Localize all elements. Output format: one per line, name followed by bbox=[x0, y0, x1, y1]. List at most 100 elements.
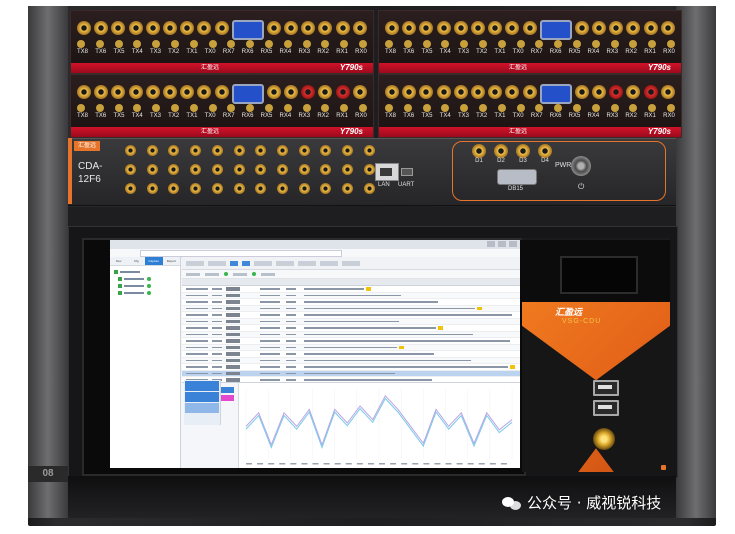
sma-connector[interactable] bbox=[180, 21, 195, 35]
sma-connector[interactable] bbox=[233, 183, 245, 194]
vga-port[interactable] bbox=[231, 20, 264, 40]
sma-connector[interactable] bbox=[453, 21, 468, 35]
power-connector[interactable] bbox=[571, 156, 591, 176]
sma-connector[interactable] bbox=[626, 21, 641, 35]
sma-connector[interactable] bbox=[522, 85, 537, 99]
subbar-button[interactable] bbox=[186, 272, 200, 276]
sma-connector[interactable] bbox=[335, 85, 350, 99]
sma-connector[interactable] bbox=[298, 183, 310, 194]
sma-connector[interactable] bbox=[146, 164, 158, 175]
sma-connector[interactable] bbox=[643, 85, 658, 99]
sma-connector[interactable] bbox=[94, 85, 109, 99]
tab-capture[interactable]: Capture bbox=[145, 257, 163, 265]
sma-connector[interactable] bbox=[255, 183, 267, 194]
sma-connector[interactable] bbox=[111, 85, 126, 99]
subbar-button[interactable] bbox=[233, 272, 247, 276]
sma-connector[interactable] bbox=[125, 145, 136, 156]
tree-item[interactable] bbox=[114, 269, 176, 275]
sma-connector[interactable] bbox=[277, 145, 289, 156]
sma-connector[interactable] bbox=[111, 21, 126, 35]
sma-connector[interactable] bbox=[190, 145, 202, 156]
view-nav-item[interactable] bbox=[185, 403, 219, 413]
sma-connector[interactable] bbox=[298, 164, 310, 175]
sma-connector[interactable] bbox=[385, 21, 399, 35]
sma-connector[interactable] bbox=[470, 21, 485, 35]
sma-connector[interactable] bbox=[352, 21, 367, 35]
sma-connector[interactable] bbox=[255, 145, 267, 156]
sma-connector[interactable] bbox=[162, 21, 177, 35]
sma-connector[interactable] bbox=[162, 85, 177, 99]
sma-connector[interactable] bbox=[342, 183, 354, 194]
sma-connector[interactable] bbox=[592, 21, 607, 35]
subbar-button[interactable] bbox=[205, 272, 219, 276]
tree-item[interactable] bbox=[114, 276, 176, 282]
sma-connector[interactable] bbox=[436, 21, 451, 35]
maximize-icon[interactable] bbox=[498, 241, 506, 247]
sma-connector[interactable] bbox=[419, 85, 434, 99]
sma-connector[interactable] bbox=[214, 21, 229, 35]
sma-connector[interactable] bbox=[385, 85, 399, 99]
sma-connector[interactable] bbox=[335, 21, 350, 35]
vga-port[interactable] bbox=[539, 20, 572, 40]
sma-connector[interactable] bbox=[538, 144, 552, 158]
address-field[interactable] bbox=[140, 250, 342, 257]
sma-connector[interactable] bbox=[284, 21, 299, 35]
sma-connector[interactable] bbox=[211, 183, 223, 194]
tab-cfg[interactable]: Cfg bbox=[128, 257, 146, 265]
sma-connector[interactable] bbox=[320, 183, 332, 194]
lan-port[interactable] bbox=[375, 163, 399, 181]
sma-connector[interactable] bbox=[214, 85, 229, 99]
sma-connector[interactable] bbox=[342, 164, 354, 175]
sma-connector[interactable] bbox=[363, 164, 375, 175]
sma-connector[interactable] bbox=[402, 21, 417, 35]
sma-connector[interactable] bbox=[277, 183, 289, 194]
toolbar-button[interactable] bbox=[242, 260, 250, 266]
sma-connector[interactable] bbox=[592, 85, 607, 99]
toolbar-button[interactable] bbox=[254, 260, 272, 266]
sma-connector[interactable] bbox=[472, 144, 486, 158]
sma-connector[interactable] bbox=[146, 145, 158, 156]
sma-connector[interactable] bbox=[128, 85, 143, 99]
sma-connector[interactable] bbox=[190, 164, 202, 175]
sma-connector[interactable] bbox=[146, 183, 158, 194]
sma-connector[interactable] bbox=[488, 21, 503, 35]
minimize-icon[interactable] bbox=[487, 241, 495, 247]
sma-connector[interactable] bbox=[168, 145, 180, 156]
sma-connector[interactable] bbox=[94, 21, 109, 35]
d-port[interactable]: D1 bbox=[472, 144, 486, 164]
sma-connector[interactable] bbox=[233, 164, 245, 175]
sma-connector[interactable] bbox=[255, 164, 267, 175]
sma-connector[interactable] bbox=[168, 183, 180, 194]
sma-connector[interactable] bbox=[298, 145, 310, 156]
sma-connector[interactable] bbox=[266, 21, 281, 35]
sma-connector[interactable] bbox=[609, 21, 624, 35]
vga-port[interactable] bbox=[539, 84, 572, 104]
sma-connector[interactable] bbox=[197, 21, 212, 35]
sma-connector[interactable] bbox=[516, 144, 530, 158]
sma-connector[interactable] bbox=[363, 183, 375, 194]
tab-dev[interactable]: Dev bbox=[110, 257, 128, 265]
sma-connector[interactable] bbox=[277, 164, 289, 175]
sma-connector[interactable] bbox=[168, 164, 180, 175]
sma-connector[interactable] bbox=[402, 85, 417, 99]
view-nav-item[interactable] bbox=[185, 381, 219, 391]
sma-connector[interactable] bbox=[180, 85, 195, 99]
sma-connector[interactable] bbox=[145, 21, 160, 35]
sma-connector[interactable] bbox=[522, 21, 537, 35]
toolbar-button[interactable] bbox=[276, 260, 294, 266]
sma-connector[interactable] bbox=[284, 85, 299, 99]
sma-connector[interactable] bbox=[233, 145, 245, 156]
sma-connector[interactable] bbox=[125, 183, 136, 194]
sma-connector[interactable] bbox=[453, 85, 468, 99]
usb-port[interactable] bbox=[593, 400, 619, 416]
toolbar-button[interactable] bbox=[230, 260, 238, 266]
tree-item[interactable] bbox=[114, 283, 176, 289]
sma-connector[interactable] bbox=[505, 21, 520, 35]
sma-connector[interactable] bbox=[197, 85, 212, 99]
sma-connector[interactable] bbox=[660, 85, 675, 99]
db15-port[interactable] bbox=[497, 169, 537, 185]
uart-port[interactable] bbox=[401, 168, 413, 176]
close-icon[interactable] bbox=[509, 241, 517, 247]
pc-power-button[interactable] bbox=[593, 428, 615, 450]
sma-connector[interactable] bbox=[145, 85, 160, 99]
